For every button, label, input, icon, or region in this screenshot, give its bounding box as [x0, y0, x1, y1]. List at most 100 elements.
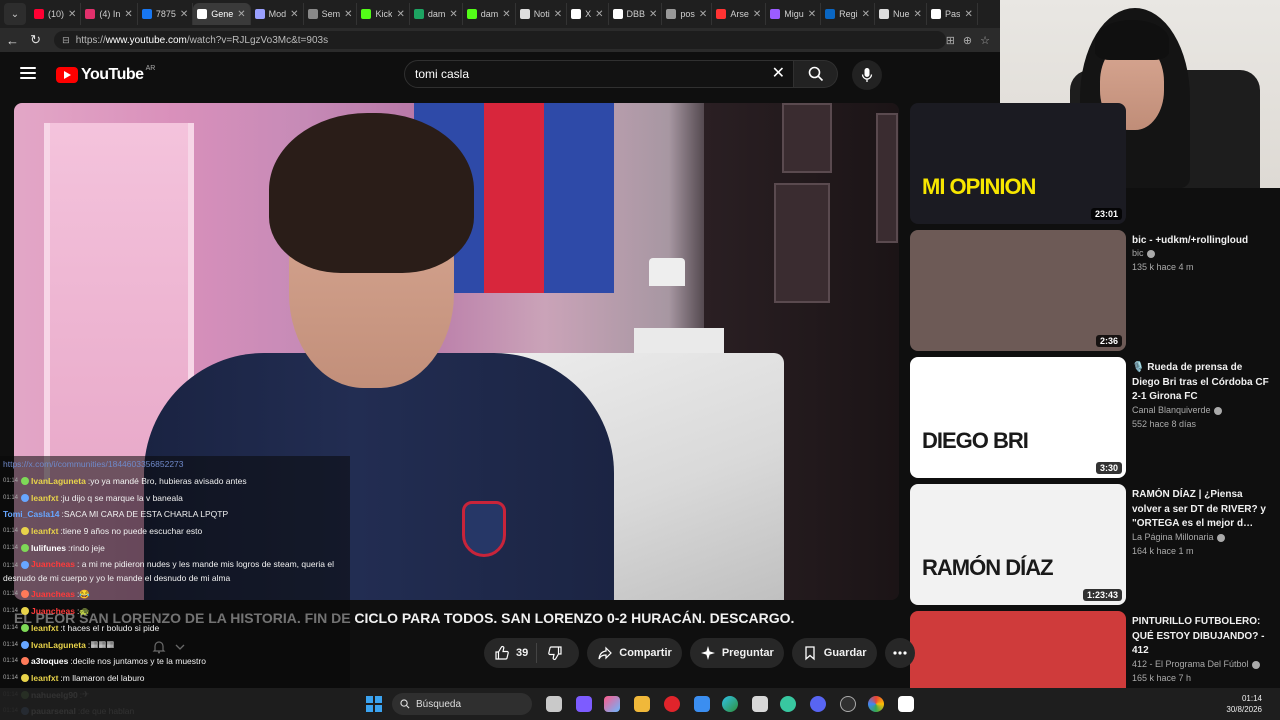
- xbox-icon[interactable]: [780, 696, 796, 712]
- close-tab-icon[interactable]: ✕: [964, 9, 972, 20]
- like-button[interactable]: 39: [484, 638, 536, 668]
- chat-username[interactable]: leanfxt: [31, 526, 58, 536]
- close-tab-icon[interactable]: ✕: [180, 9, 188, 20]
- chrome-icon[interactable]: [868, 696, 884, 712]
- video-thumbnail[interactable]: RAMÓN DÍAZ 1:23:43: [910, 484, 1126, 605]
- chat-username[interactable]: Juancheas: [31, 559, 75, 569]
- zoom-icon[interactable]: ⊕: [963, 34, 972, 47]
- close-tab-icon[interactable]: ✕: [862, 9, 870, 20]
- chat-username[interactable]: a3toques: [31, 656, 68, 666]
- more-actions-button[interactable]: [884, 638, 915, 668]
- browser-tab[interactable]: Arse ✕: [712, 3, 767, 25]
- system-clock[interactable]: 01:14 30/8/2026: [1226, 693, 1262, 715]
- obs-icon[interactable]: [840, 696, 856, 712]
- browser-tab[interactable]: Mod ✕: [251, 3, 304, 25]
- close-tab-icon[interactable]: ✕: [753, 9, 761, 20]
- chat-username[interactable]: IvanLaguneta: [31, 640, 86, 650]
- recommended-channel[interactable]: bic: [1132, 248, 1155, 258]
- browser-tab[interactable]: Gene ✕: [193, 3, 251, 25]
- close-tab-icon[interactable]: ✕: [649, 9, 657, 20]
- video-thumbnail[interactable]: [910, 611, 1126, 688]
- browser-tab[interactable]: dam ✕: [463, 3, 516, 25]
- recommended-video[interactable]: DIEGO BRI 3:30 🎙️ Rueda de prensa de Diego…: [910, 357, 1280, 479]
- browser-tab[interactable]: Regi ✕: [821, 3, 876, 25]
- start-menu-icon[interactable]: [366, 696, 382, 712]
- video-thumbnail[interactable]: DIEGO BRI 3:30: [910, 357, 1126, 478]
- close-tab-icon[interactable]: ✕: [396, 9, 404, 20]
- close-tab-icon[interactable]: ✕: [344, 9, 352, 20]
- close-tab-icon[interactable]: ✕: [699, 9, 707, 20]
- clear-search-icon[interactable]: ✕: [772, 66, 785, 82]
- browser-tab[interactable]: Nue ✕: [875, 3, 927, 25]
- back-icon[interactable]: ←: [2, 30, 23, 50]
- chat-text[interactable]: https://x.com/i/communities/184460335685…: [3, 459, 184, 469]
- chat-username[interactable]: lulifunes: [31, 543, 66, 553]
- store-icon[interactable]: [694, 696, 710, 712]
- reload-icon[interactable]: ↻: [25, 30, 46, 50]
- notion-icon[interactable]: [898, 696, 914, 712]
- chat-username[interactable]: leanfxt: [31, 673, 58, 683]
- recommended-channel[interactable]: Canal Blanquiverde: [1132, 405, 1222, 415]
- save-button[interactable]: Guardar: [791, 638, 877, 668]
- app-install-icon[interactable]: ⊞: [946, 34, 955, 47]
- close-tab-icon[interactable]: ✕: [914, 9, 922, 20]
- discord-icon[interactable]: [810, 696, 826, 712]
- recommended-channel[interactable]: La Página Millonaria: [1132, 532, 1225, 542]
- share-button[interactable]: Compartir: [587, 638, 682, 668]
- search-button[interactable]: [794, 60, 838, 88]
- video-thumbnail[interactable]: MI OPINION 23:01: [910, 103, 1126, 224]
- pen-app-icon[interactable]: [576, 696, 592, 712]
- recommended-video-title[interactable]: bic - +udkm/+rollingloud: [1132, 234, 1270, 249]
- chat-username[interactable]: Juancheas: [31, 606, 75, 616]
- close-tab-icon[interactable]: ✕: [808, 9, 816, 20]
- browser-tab[interactable]: Kick ✕: [357, 3, 410, 25]
- recommended-video-title[interactable]: RAMÓN DÍAZ | ¿Piensa volver a ser DT de …: [1132, 488, 1270, 532]
- close-tab-icon[interactable]: ✕: [595, 9, 603, 20]
- recommended-video-title[interactable]: PINTURILLO FUTBOLERO: QUÉ ESTOY DIBUJAND…: [1132, 615, 1270, 659]
- close-tab-icon[interactable]: ✕: [449, 9, 457, 20]
- browser-tab[interactable]: Pas ✕: [927, 3, 978, 25]
- chat-username[interactable]: Juancheas: [31, 589, 75, 599]
- chat-username[interactable]: IvanLaguneta: [31, 476, 86, 486]
- youtube-logo[interactable]: YouTube AR: [56, 65, 155, 84]
- app-icon[interactable]: [752, 696, 768, 712]
- browser-tab[interactable]: Noti ✕: [516, 3, 568, 25]
- ask-button[interactable]: Preguntar: [689, 638, 784, 668]
- recommended-video[interactable]: 2:36 bic - +udkm/+rollingloud bic 135 k hac…: [910, 230, 1280, 352]
- close-tab-icon[interactable]: ✕: [237, 9, 245, 20]
- recommended-video-title[interactable]: 🎙️ Rueda de prensa de Diego Bri tras el …: [1132, 361, 1270, 405]
- close-tab-icon[interactable]: ✕: [554, 9, 562, 20]
- edge-icon[interactable]: [722, 696, 738, 712]
- guide-menu-icon[interactable]: [20, 67, 36, 79]
- file-explorer-icon[interactable]: [634, 696, 650, 712]
- close-tab-icon[interactable]: ✕: [68, 9, 76, 20]
- taskbar-search[interactable]: Búsqueda: [392, 693, 532, 715]
- browser-tab[interactable]: Migu ✕: [766, 3, 822, 25]
- opera-icon[interactable]: [664, 696, 680, 712]
- close-tab-icon[interactable]: ✕: [290, 9, 298, 20]
- url-field[interactable]: ⊟ https://www.youtube.com/watch?v=RJLgzV…: [54, 31, 946, 49]
- chat-username[interactable]: Tomi_Casla14: [3, 509, 60, 519]
- close-tab-icon[interactable]: ✕: [124, 9, 132, 20]
- browser-tab[interactable]: dam ✕: [410, 3, 463, 25]
- browser-tab[interactable]: 7875 ✕: [138, 3, 194, 25]
- browser-tab[interactable]: Sem ✕: [304, 3, 358, 25]
- chat-username[interactable]: leanfxt: [31, 623, 58, 633]
- recommended-video[interactable]: MI OPINION 23:01: [910, 103, 1280, 225]
- voice-search-button[interactable]: [852, 60, 882, 90]
- browser-tab[interactable]: DBB ✕: [609, 3, 663, 25]
- tab-list-menu-icon[interactable]: ⌄: [4, 3, 26, 25]
- recommended-video[interactable]: RAMÓN DÍAZ 1:23:43 RAMÓN DÍAZ | ¿Piensa vo…: [910, 484, 1280, 606]
- recommended-channel[interactable]: 412 - El Programa Del Fútbol: [1132, 659, 1260, 669]
- browser-tab[interactable]: (4) In ✕: [81, 3, 138, 25]
- copilot-icon[interactable]: [604, 696, 620, 712]
- video-thumbnail[interactable]: 2:36: [910, 230, 1126, 351]
- browser-tab[interactable]: pos ✕: [662, 3, 713, 25]
- browser-tab[interactable]: X ✕: [567, 3, 609, 25]
- search-input[interactable]: tomi casla ✕: [404, 60, 794, 88]
- dislike-button[interactable]: [537, 638, 579, 668]
- bookmark-star-icon[interactable]: ☆: [980, 34, 990, 47]
- browser-tab[interactable]: (10) ✕: [30, 3, 82, 25]
- site-info-icon[interactable]: ⊟: [62, 35, 70, 46]
- close-tab-icon[interactable]: ✕: [502, 9, 510, 20]
